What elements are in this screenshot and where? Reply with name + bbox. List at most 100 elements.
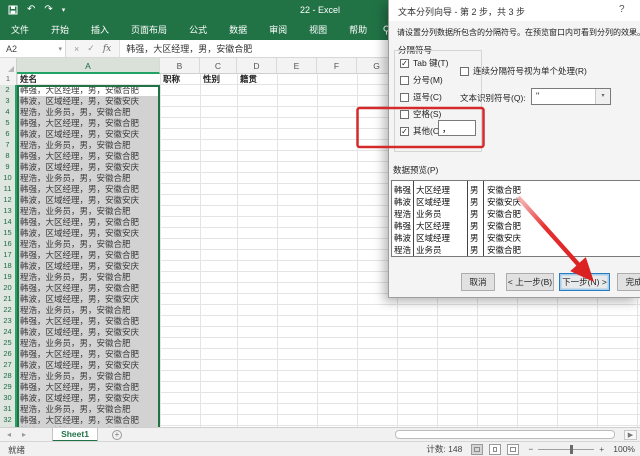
confirm-entry-icon[interactable]: ✓ xyxy=(87,43,95,54)
select-all-corner[interactable] xyxy=(0,58,17,74)
cell-A14[interactable]: 韩强，大区经理，男，安徽合肥 xyxy=(18,217,160,228)
cell-A16[interactable]: 程浩，业务员，男，安徽合肥 xyxy=(18,239,160,250)
zoom-in-icon[interactable]: + xyxy=(599,444,604,454)
cell-A4[interactable]: 程浩，业务员，男，安徽合肥 xyxy=(18,107,160,118)
cell-A20[interactable]: 韩强，大区经理，男，安徽合肥 xyxy=(18,283,160,294)
row-header-30[interactable]: 30 xyxy=(0,393,17,404)
row-header-19[interactable]: 19 xyxy=(0,272,17,283)
cell-A8[interactable]: 韩强，大区经理，男，安徽合肥 xyxy=(18,151,160,162)
horizontal-scrollbar[interactable] xyxy=(395,430,615,439)
cell-A19[interactable]: 程浩，业务员，男，安徽合肥 xyxy=(18,272,160,283)
cell-A30[interactable]: 韩波，区域经理，男，安徽安庆 xyxy=(18,393,160,404)
undo-icon[interactable]: ↶ xyxy=(27,5,35,15)
cell-A9[interactable]: 韩波，区域经理，男，安徽安庆 xyxy=(18,162,160,173)
cell-A7[interactable]: 程浩，业务员，男，安徽合肥 xyxy=(18,140,160,151)
row-header-20[interactable]: 20 xyxy=(0,283,17,294)
ribbon-tab-审阅[interactable]: 审阅 xyxy=(258,20,298,40)
column-header-F[interactable]: F xyxy=(317,58,357,74)
ribbon-tab-文件[interactable]: 文件 xyxy=(0,20,40,40)
column-header-C[interactable]: C xyxy=(200,58,237,74)
redo-icon[interactable]: ↷ xyxy=(44,5,52,15)
delimiter-row-1[interactable]: ✓ Tab 键(T) xyxy=(400,57,448,69)
page-break-view-icon[interactable] xyxy=(507,443,520,455)
combo-dropdown-icon[interactable]: ▾ xyxy=(595,89,610,104)
cell-A11[interactable]: 韩强，大区经理，男，安徽合肥 xyxy=(18,184,160,195)
delimiter-checkbox-2[interactable] xyxy=(400,75,409,85)
cell-A18[interactable]: 韩波，区域经理，男，安徽安庆 xyxy=(18,261,160,272)
new-sheet-icon[interactable]: + xyxy=(112,430,122,440)
row-header-9[interactable]: 9 xyxy=(0,162,17,173)
row-header-23[interactable]: 23 xyxy=(0,316,17,327)
row-header-29[interactable]: 29 xyxy=(0,382,17,393)
name-box-dropdown-icon[interactable]: ▾ xyxy=(58,45,62,53)
row-header-10[interactable]: 10 xyxy=(0,173,17,184)
row-header-3[interactable]: 3 xyxy=(0,96,17,107)
row-header-15[interactable]: 15 xyxy=(0,228,17,239)
scroll-right-icon[interactable]: ▶ xyxy=(624,430,637,440)
row-header-11[interactable]: 11 xyxy=(0,184,17,195)
cell-A22[interactable]: 程浩，业务员，男，安徽合肥 xyxy=(18,305,160,316)
header-cell-A1[interactable]: 姓名 xyxy=(18,74,37,85)
row-header-12[interactable]: 12 xyxy=(0,195,17,206)
name-box[interactable]: A2 ▾ xyxy=(0,40,66,57)
row-header-2[interactable]: 2 xyxy=(0,85,17,96)
data-preview-box[interactable]: 韩强 大区经理男安徽合肥 韩波 区域经理男安徽安庆 程浩 业务员男安徽合肥 韩强 大区经理男安… xyxy=(391,180,640,257)
cell-A10[interactable]: 程浩，业务员，男，安徽合肥 xyxy=(18,173,160,184)
other-delimiter-input[interactable] xyxy=(438,120,476,136)
normal-view-icon[interactable] xyxy=(471,443,484,455)
cell-A5[interactable]: 韩强，大区经理，男，安徽合肥 xyxy=(18,118,160,129)
row-header-31[interactable]: 31 xyxy=(0,404,17,415)
row-header-25[interactable]: 25 xyxy=(0,338,17,349)
delimiter-checkbox-1[interactable]: ✓ xyxy=(400,58,409,68)
delimiter-row-4[interactable]: 空格(S) xyxy=(400,108,441,120)
row-header-18[interactable]: 18 xyxy=(0,261,17,272)
row-header-28[interactable]: 28 xyxy=(0,371,17,382)
row-header-26[interactable]: 26 xyxy=(0,349,17,360)
row-header-1[interactable]: 1 xyxy=(0,74,17,85)
row-header-8[interactable]: 8 xyxy=(0,151,17,162)
row-header-7[interactable]: 7 xyxy=(0,140,17,151)
text-qualifier-combo[interactable]: " ▾ xyxy=(531,88,611,105)
ribbon-tab-视图[interactable]: 视图 xyxy=(298,20,338,40)
sheet-tab-sheet1[interactable]: Sheet1 xyxy=(52,428,98,442)
consecutive-checkbox[interactable] xyxy=(460,66,469,76)
save-icon[interactable] xyxy=(8,5,18,15)
finish-button[interactable]: 完成(F) xyxy=(617,273,640,291)
cell-A21[interactable]: 韩波，区域经理，男，安徽安庆 xyxy=(18,294,160,305)
row-header-24[interactable]: 24 xyxy=(0,327,17,338)
ribbon-tab-开始[interactable]: 开始 xyxy=(40,20,80,40)
row-header-32[interactable]: 32 xyxy=(0,415,17,426)
cell-A32[interactable]: 韩强，大区经理，男，安徽合肥 xyxy=(18,415,160,426)
row-header-17[interactable]: 17 xyxy=(0,250,17,261)
cancel-button[interactable]: 取消 xyxy=(461,273,495,291)
row-header-27[interactable]: 27 xyxy=(0,360,17,371)
cell-A12[interactable]: 韩波，区域经理，男，安徽安庆 xyxy=(18,195,160,206)
cell-A24[interactable]: 韩波，区域经理，男，安徽安庆 xyxy=(18,327,160,338)
header-cell-B1[interactable]: 职称 xyxy=(161,74,180,85)
row-header-6[interactable]: 6 xyxy=(0,129,17,140)
cell-A31[interactable]: 程浩，业务员，男，安徽合肥 xyxy=(18,404,160,415)
zoom-out-icon[interactable]: − xyxy=(528,444,533,454)
sheet-nav-left-icon[interactable]: ◂ xyxy=(7,430,11,439)
delimiter-checkbox-3[interactable] xyxy=(400,92,409,102)
delimiter-row-2[interactable]: 分号(M) xyxy=(400,74,443,86)
ribbon-tab-公式[interactable]: 公式 xyxy=(178,20,218,40)
cell-A25[interactable]: 程浩，业务员，男，安徽合肥 xyxy=(18,338,160,349)
insert-function-icon[interactable]: fx xyxy=(103,44,111,54)
consecutive-checkbox-row[interactable]: 连续分隔符号视为单个处理(R) xyxy=(460,65,587,77)
delimiter-row-3[interactable]: 逗号(C) xyxy=(400,91,442,103)
ribbon-tab-插入[interactable]: 插入 xyxy=(80,20,120,40)
dialog-titlebar[interactable]: 文本分列向导 - 第 2 步，共 3 步 ? xyxy=(389,0,640,21)
row-header-4[interactable]: 4 xyxy=(0,107,17,118)
row-header-13[interactable]: 13 xyxy=(0,206,17,217)
cell-A15[interactable]: 韩波，区域经理，男，安徽安庆 xyxy=(18,228,160,239)
next-button[interactable]: 下一步(N) > xyxy=(559,273,610,291)
cell-A6[interactable]: 韩波，区域经理，男，安徽安庆 xyxy=(18,129,160,140)
cell-A3[interactable]: 韩波，区域经理，男，安徽安庆 xyxy=(18,96,160,107)
back-button[interactable]: < 上一步(B) xyxy=(506,273,554,291)
row-header-5[interactable]: 5 xyxy=(0,118,17,129)
header-cell-D1[interactable]: 籍贯 xyxy=(238,74,257,85)
cancel-entry-icon[interactable]: × xyxy=(74,44,79,54)
zoom-slider[interactable] xyxy=(538,444,595,454)
column-header-D[interactable]: D xyxy=(237,58,277,74)
